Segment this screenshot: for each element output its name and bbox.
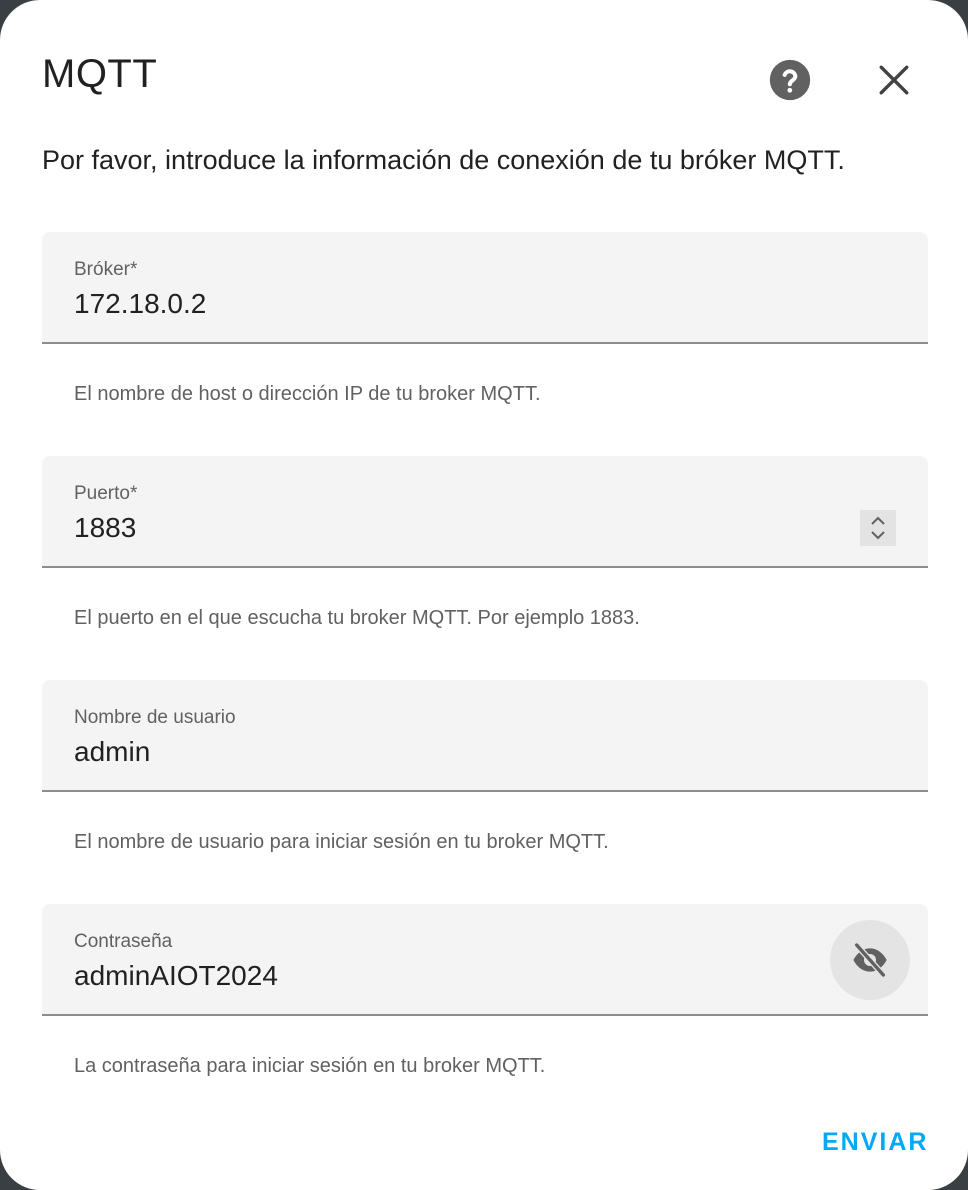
close-button[interactable] xyxy=(866,52,922,108)
port-helper-text: El puerto en el que escucha tu broker MQ… xyxy=(74,607,640,629)
broker-input[interactable] xyxy=(74,284,814,324)
broker-field[interactable]: Bróker* xyxy=(42,232,928,344)
submit-button[interactable]: ENVIAR xyxy=(822,1128,928,1157)
broker-helper-text: El nombre de host o dirección IP de tu b… xyxy=(74,383,541,405)
username-helper-text: El nombre de usuario para iniciar sesión… xyxy=(74,831,609,853)
help-button[interactable] xyxy=(762,52,818,108)
password-visibility-toggle[interactable] xyxy=(830,920,910,1000)
username-label: Nombre de usuario xyxy=(74,707,236,728)
spinner-arrows-icon xyxy=(871,516,885,540)
port-field[interactable]: Puerto* xyxy=(42,456,928,568)
password-helper-text: La contraseña para iniciar sesión en tu … xyxy=(74,1055,546,1077)
close-icon xyxy=(879,65,909,95)
port-input[interactable] xyxy=(74,508,814,548)
mqtt-config-dialog: MQTT Por favor, introduce la información… xyxy=(0,0,968,1190)
eye-off-icon xyxy=(853,942,887,978)
password-field[interactable]: Contraseña xyxy=(42,904,928,1016)
dialog-description: Por favor, introduce la información de c… xyxy=(42,145,845,175)
password-label: Contraseña xyxy=(74,931,173,952)
dialog-title: MQTT xyxy=(42,52,158,96)
password-input[interactable] xyxy=(74,956,814,996)
username-field[interactable]: Nombre de usuario xyxy=(42,680,928,792)
help-circle-icon xyxy=(769,59,811,101)
port-label: Puerto* xyxy=(74,483,138,504)
username-input[interactable] xyxy=(74,732,814,772)
port-spinner[interactable] xyxy=(860,510,896,546)
broker-label: Bróker* xyxy=(74,259,138,280)
